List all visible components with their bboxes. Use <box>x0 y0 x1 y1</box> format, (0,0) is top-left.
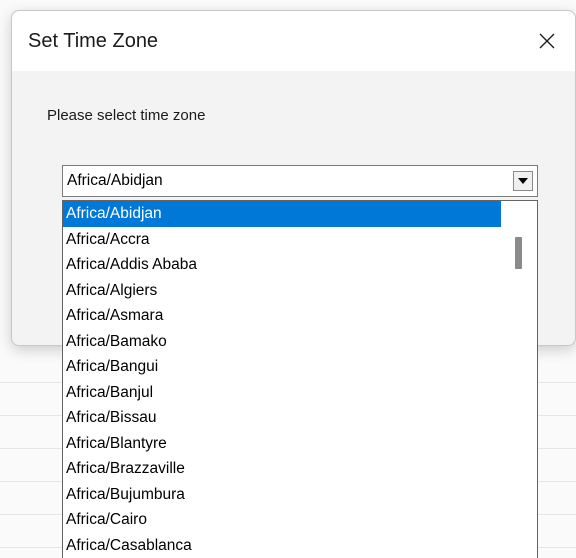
time-zone-options: Africa/Abidjan Africa/Accra Africa/Addis A… <box>63 201 503 558</box>
close-icon <box>539 33 555 49</box>
list-item[interactable]: Africa/Bangui <box>63 354 503 380</box>
time-zone-combobox[interactable]: Africa/Abidjan <box>62 165 538 197</box>
list-scrollbar[interactable] <box>501 201 537 558</box>
close-button[interactable] <box>529 25 565 57</box>
list-item[interactable]: Africa/Bujumbura <box>63 482 503 508</box>
list-item[interactable]: Africa/Casablanca <box>63 533 503 558</box>
list-item[interactable]: Africa/Asmara <box>63 303 503 329</box>
scrollbar-thumb[interactable] <box>515 237 522 269</box>
select-prompt-label: Please select time zone <box>47 107 206 124</box>
dialog-titlebar: Set Time Zone <box>12 11 575 71</box>
list-item[interactable]: Africa/Bamako <box>63 329 503 355</box>
list-item[interactable]: Africa/Bissau <box>63 405 503 431</box>
list-item[interactable]: Africa/Abidjan <box>63 201 503 227</box>
time-zone-dropdown-list[interactable]: Africa/Abidjan Africa/Accra Africa/Addis A… <box>62 200 538 558</box>
list-item[interactable]: Africa/Brazzaville <box>63 456 503 482</box>
list-item[interactable]: Africa/Algiers <box>63 278 503 304</box>
list-item[interactable]: Africa/Accra <box>63 227 503 253</box>
list-item[interactable]: Africa/Banjul <box>63 380 503 406</box>
dialog-title: Set Time Zone <box>28 30 159 52</box>
dropdown-arrow-button[interactable] <box>513 171 533 191</box>
list-item[interactable]: Africa/Addis Ababa <box>63 252 503 278</box>
list-item[interactable]: Africa/Blantyre <box>63 431 503 457</box>
combobox-value: Africa/Abidjan <box>67 172 163 189</box>
chevron-down-icon <box>518 178 528 184</box>
list-item[interactable]: Africa/Cairo <box>63 507 503 533</box>
